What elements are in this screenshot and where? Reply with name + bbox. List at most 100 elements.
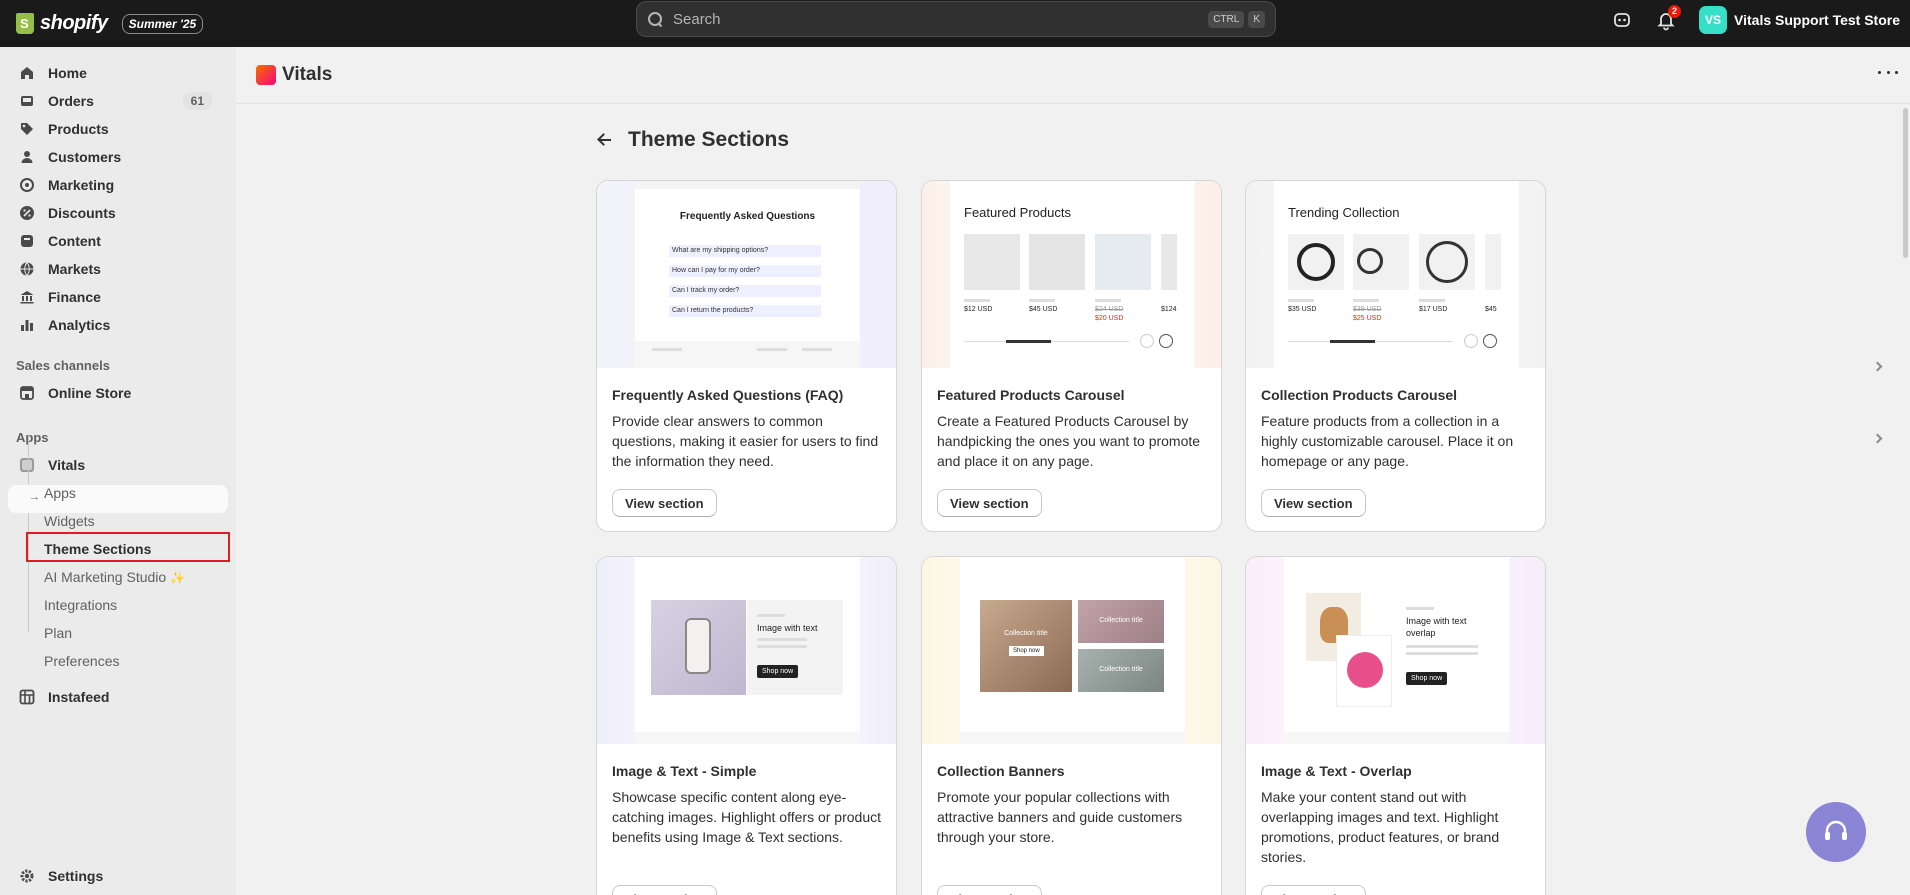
view-section-button[interactable]: View section: [612, 489, 717, 517]
active-arrow-icon: →: [29, 491, 40, 503]
sidebar-item-content[interactable]: Content: [10, 227, 222, 255]
more-actions-icon[interactable]: [1878, 71, 1898, 77]
sidebar-sub-preferences[interactable]: Preferences: [44, 653, 119, 669]
sidebar-item-discounts[interactable]: Discounts: [10, 199, 222, 227]
preview-heading: Image with text overlap: [1406, 616, 1467, 638]
view-section-button[interactable]: View section: [612, 885, 717, 895]
image-text-simple-preview: Image with text Shop now: [597, 557, 896, 744]
sidebar-item-vitals[interactable]: Vitals: [10, 451, 222, 479]
sidebar-item-products[interactable]: Products: [10, 115, 222, 143]
sidebar-item-customers[interactable]: Customers: [10, 143, 222, 171]
card-title: Image & Text - Simple: [612, 763, 757, 779]
store-name[interactable]: Vitals Support Test Store: [1734, 12, 1900, 28]
view-section-button[interactable]: View section: [1261, 489, 1366, 517]
sidebar-item-analytics[interactable]: Analytics: [10, 311, 222, 339]
preview-shop-now-button: Shop now: [1406, 672, 1448, 685]
sidebar-item-finance[interactable]: Finance: [10, 283, 222, 311]
price-label: $24 USD: [1095, 306, 1124, 313]
image-text-overlap-preview: Image with text overlap Shop now: [1246, 557, 1545, 744]
cap-product-image: [964, 234, 1020, 290]
featured-preview-heading: Featured Products: [964, 205, 1071, 220]
sidebar-item-orders[interactable]: Orders 61: [10, 87, 222, 115]
faq-preview-question: Can I track my order?: [669, 285, 821, 297]
price-label: $124: [1161, 306, 1177, 313]
sidebar-item-label: Settings: [48, 868, 104, 884]
sidebar-item-settings[interactable]: Settings: [10, 862, 222, 890]
edition-badge[interactable]: Summer '25: [121, 13, 204, 34]
faq-preview-heading: Frequently Asked Questions: [679, 211, 816, 222]
sparkle-icon: ✨: [170, 571, 186, 585]
content-icon: [21, 235, 33, 247]
section-card-featured-products: Featured Products $12 USD $45 USD $24 US…: [921, 180, 1222, 532]
back-arrow-icon[interactable]: [596, 130, 616, 150]
banner-tile-title: Collection title: [1099, 617, 1143, 624]
preview-heading: Image with text: [757, 623, 818, 633]
shortcut-ctrl-key: CTRL: [1208, 10, 1245, 28]
faq-preview-question: What are my shipping options?: [669, 245, 821, 257]
notification-badge: 2: [1668, 4, 1682, 18]
store-avatar[interactable]: VS: [1699, 5, 1728, 34]
sidebar-item-markets[interactable]: Markets: [10, 255, 222, 283]
view-section-button[interactable]: View section: [937, 885, 1042, 895]
bank-icon: [20, 291, 34, 304]
globe-icon: [20, 262, 34, 277]
card-title: Featured Products Carousel: [937, 387, 1125, 403]
sidebar-sub-widgets[interactable]: Widgets: [44, 513, 95, 529]
bar-chart-icon: [21, 320, 33, 331]
view-section-button[interactable]: View section: [1261, 885, 1366, 895]
wheel-product-image: [1288, 234, 1344, 290]
sale-price-label: $25 USD: [1353, 315, 1382, 322]
sidebar-item-marketing[interactable]: Marketing: [10, 171, 222, 199]
apps-heading[interactable]: Apps: [16, 430, 49, 445]
sidebar-item-label: Discounts: [48, 205, 116, 221]
sidebar-item-label: Instafeed: [48, 689, 110, 705]
sidebar-item-label: Customers: [48, 149, 122, 165]
sidebar-item-home[interactable]: Home: [10, 59, 222, 87]
price-label: $45 USD: [1029, 306, 1058, 313]
discount-icon: [20, 206, 34, 220]
price-label: $17 USD: [1419, 306, 1448, 313]
section-card-faq: Frequently Asked Questions What are my s…: [596, 180, 897, 532]
sidebar-item-label: Vitals: [48, 457, 86, 473]
search-input[interactable]: Search CTRL K: [636, 1, 1276, 37]
sidebar-sub-plan[interactable]: Plan: [44, 625, 72, 641]
price-label: $45: [1485, 306, 1497, 313]
card-description: Make your content stand out with overlap…: [1261, 789, 1500, 865]
faq-preview-image: Frequently Asked Questions What are my s…: [597, 181, 896, 368]
watch-banner-tile: Collection title Shop now: [980, 600, 1072, 692]
sidebar-item-instafeed[interactable]: Instafeed: [10, 683, 222, 711]
headset-icon: [1825, 820, 1847, 840]
card-description: Create a Featured Products Carousel by h…: [937, 413, 1201, 469]
chevron-right-icon[interactable]: [1872, 361, 1883, 372]
sales-channels-heading[interactable]: Sales channels: [16, 358, 110, 373]
phone-product-image: [651, 600, 746, 695]
price-label: $12 USD: [964, 306, 993, 313]
card-description: Showcase specific content along eye-catc…: [612, 789, 881, 845]
view-section-button[interactable]: View section: [937, 489, 1042, 517]
banner-tile-title: Collection title: [1004, 630, 1048, 637]
section-card-collection-products: Trending Collection $35 USD $39 USD $25 …: [1245, 180, 1546, 532]
shortcut-k-key: K: [1248, 10, 1265, 28]
sidebar-sub-apps[interactable]: Apps: [44, 485, 76, 501]
scrollbar-thumb[interactable]: [1903, 108, 1908, 258]
vitals-app-icon: [20, 458, 34, 472]
sidebar-item-label: Online Store: [48, 385, 132, 401]
card-title: Frequently Asked Questions (FAQ): [612, 387, 844, 403]
sidebar-sub-ai-marketing-studio[interactable]: AI Marketing Studio ✨: [44, 569, 185, 585]
page-heading: Theme Sections: [596, 128, 789, 152]
chevron-right-icon[interactable]: [1872, 433, 1883, 444]
sidebar-sub-integrations[interactable]: Integrations: [44, 597, 117, 613]
sidebar-item-label: Marketing: [48, 177, 115, 193]
bell-icon[interactable]: 2: [1655, 4, 1682, 31]
card-description: Provide clear answers to common question…: [612, 413, 879, 469]
app-header: Vitals: [236, 47, 1910, 104]
shopify-logo[interactable]: shopify Summer '25: [16, 12, 204, 35]
help-chat-button[interactable]: [1806, 802, 1866, 862]
sidekick-icon[interactable]: [1611, 9, 1633, 31]
collection-banners-preview: Collection title Shop now Collection tit…: [922, 557, 1221, 744]
toy-ball-image: [1336, 635, 1392, 707]
sidebar-item-online-store[interactable]: Online Store: [10, 379, 222, 407]
card-title: Collection Banners: [937, 763, 1065, 779]
search-icon: [647, 11, 663, 27]
target-icon: [20, 178, 34, 192]
